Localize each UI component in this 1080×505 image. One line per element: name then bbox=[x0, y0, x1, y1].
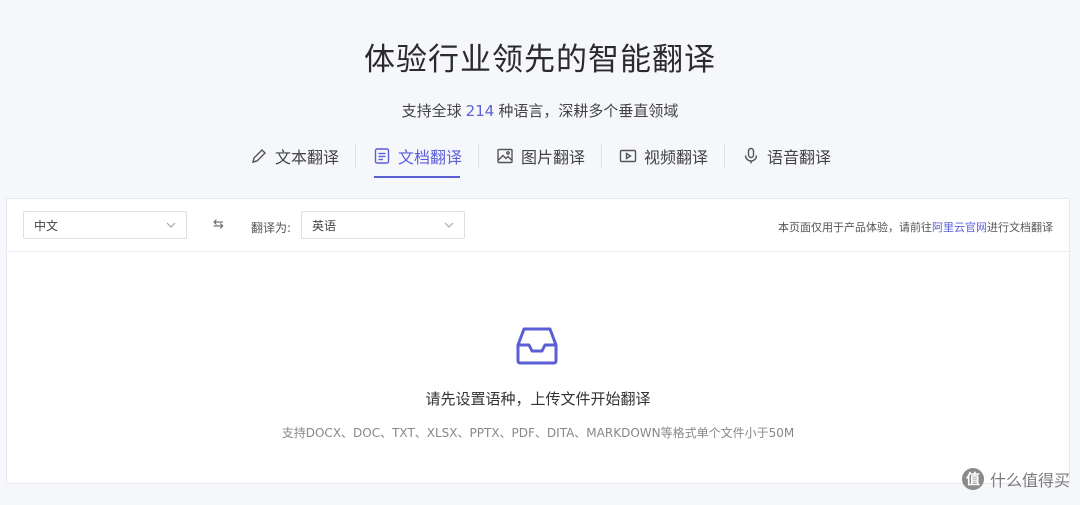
document-icon bbox=[374, 148, 390, 164]
tab-divider bbox=[724, 144, 726, 168]
empty-state-title: 请先设置语种，上传文件开始翻译 bbox=[425, 390, 651, 408]
page-subtitle: 支持全球 214 种语言，深耕多个垂直领域 bbox=[0, 100, 1080, 121]
language-count: 214 bbox=[465, 102, 495, 120]
tab-label: 视频翻译 bbox=[644, 148, 709, 167]
subtitle-prefix: 支持全球 bbox=[401, 102, 462, 120]
notice-suffix: 进行文档翻译 bbox=[987, 221, 1053, 234]
notice-prefix: 本页面仅用于产品体验，请前往 bbox=[778, 221, 932, 234]
subtitle-suffix: 种语言，深耕多个垂直领域 bbox=[498, 102, 679, 120]
video-icon bbox=[619, 149, 637, 163]
language-toolbar: 中文 ⇆ 翻译为: 英语 本页面仅用于产品体验，请前往阿里云官网进行文档翻译 bbox=[7, 199, 1069, 252]
aliyun-site-link[interactable]: 阿里云官网 bbox=[932, 221, 987, 234]
tab-label: 语音翻译 bbox=[767, 148, 832, 167]
image-icon bbox=[497, 148, 513, 164]
target-language-select[interactable]: 英语 bbox=[301, 211, 465, 239]
tab-image-translation[interactable]: 图片翻译 bbox=[485, 140, 595, 178]
tab-audio-translation[interactable]: 语音翻译 bbox=[731, 140, 841, 178]
swap-languages-button[interactable]: ⇆ bbox=[213, 217, 224, 232]
watermark-badge: 值 bbox=[961, 468, 984, 490]
tab-document-translation[interactable]: 文档翻译 bbox=[362, 140, 472, 178]
target-language-value: 英语 bbox=[312, 218, 337, 233]
tab-text-translation[interactable]: 文本翻译 bbox=[239, 140, 349, 178]
watermark: 值 什么值得买 bbox=[961, 467, 1070, 491]
experience-notice: 本页面仅用于产品体验，请前往阿里云官网进行文档翻译 bbox=[778, 219, 1053, 235]
page-title: 体验行业领先的智能翻译 bbox=[364, 42, 716, 78]
tab-divider bbox=[354, 144, 356, 168]
chevron-down-icon bbox=[444, 222, 454, 228]
tab-label: 图片翻译 bbox=[520, 148, 585, 167]
supported-formats-hint: 支持DOCX、DOC、TXT、XLSX、PPTX、PDF、DITA、MARKDO… bbox=[281, 426, 795, 440]
target-language-label: 翻译为: bbox=[251, 221, 292, 235]
translation-tabs: 文本翻译 文档翻译 图片翻译 视频翻译 语音翻译 bbox=[0, 140, 1080, 178]
source-language-value: 中文 bbox=[34, 218, 59, 233]
watermark-text: 什么值得买 bbox=[989, 471, 1070, 490]
tab-label: 文档翻译 bbox=[397, 148, 462, 167]
inbox-icon bbox=[516, 327, 558, 365]
pencil-icon bbox=[251, 149, 266, 163]
microphone-icon bbox=[744, 147, 758, 164]
tab-divider bbox=[601, 144, 602, 168]
chevron-down-icon bbox=[166, 222, 176, 228]
tab-divider bbox=[477, 144, 479, 168]
tab-video-translation[interactable]: 视频翻译 bbox=[608, 140, 718, 178]
document-translation-panel: 中文 ⇆ 翻译为: 英语 本页面仅用于产品体验，请前往阿里云官网进行文档翻译 请… bbox=[6, 198, 1070, 484]
source-language-select[interactable]: 中文 bbox=[23, 211, 187, 239]
tab-label: 文本翻译 bbox=[274, 148, 339, 167]
